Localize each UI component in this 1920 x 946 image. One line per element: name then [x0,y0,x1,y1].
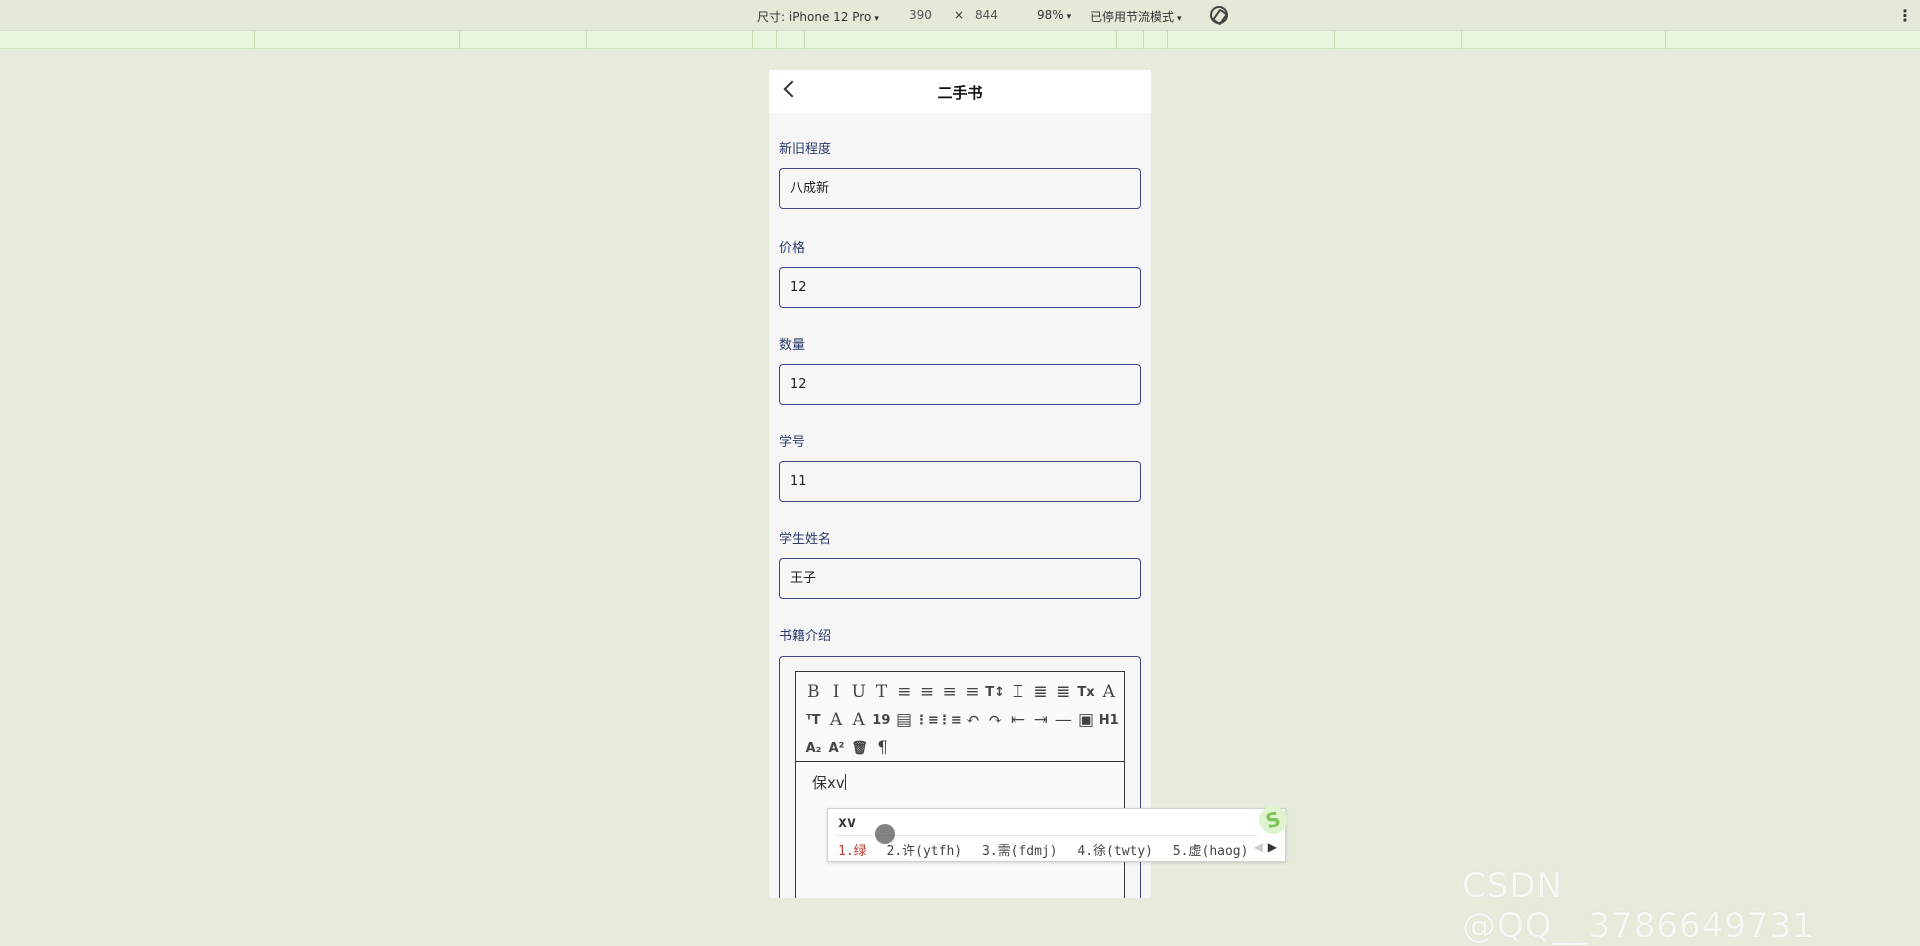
device-select[interactable]: 尺寸: iPhone 12 Pro ▾ [757,8,879,25]
ruler-tick [1665,31,1666,49]
ime-composition: xv [838,813,857,831]
ruler-tick [586,31,587,49]
toolbar-button-icon[interactable]: ▣ [1075,708,1098,732]
toolbar-button-icon[interactable]: ≡ [893,680,916,704]
ime-candidate-list: 1.绿 2.许(ytfh) 3.需(fdmj) 4.徐(twty) 5.虚(ha… [838,840,1260,859]
height-input[interactable]: 844 [975,8,998,22]
student-name-input[interactable]: 王子 [779,558,1141,599]
ruler-tick [1334,31,1335,49]
dimension-separator: × [954,8,965,22]
ruler-tick [776,31,777,49]
toolbar-button-icon[interactable]: A₂ [802,736,825,760]
ruler-tick [804,31,805,49]
toolbar-button-icon[interactable]: ≣ [1052,680,1075,704]
field-label-student-id: 学号 [779,435,806,450]
ime-candidate[interactable]: 2.许(ytfh) [886,844,962,859]
toolbar-button-icon[interactable]: ¶ [871,736,894,760]
more-options-icon[interactable]: ⋮ [1897,6,1913,25]
toolbar-button-icon[interactable]: ⋮≡ [938,708,962,732]
toolbar-button-icon[interactable]: A [847,708,870,732]
field-label-student-name: 学生姓名 [779,532,832,547]
throttle-label: 已停用节流模式 [1090,10,1175,24]
ruler-tick [752,31,753,49]
quantity-input[interactable]: 12 [779,364,1141,405]
phone-viewport: 二手书 新旧程度 八成新 价格 12 数量 12 学号 11 学生姓名 王子 书… [769,70,1151,898]
page-title: 二手书 [937,84,983,102]
sogou-logo-icon: S [1255,802,1291,838]
media-query-ruler[interactable] [0,31,1920,49]
toolbar-button-icon[interactable]: A [1097,680,1120,704]
ruler-tick [459,31,460,49]
toolbar-button-icon[interactable]: ⇤ [1007,708,1030,732]
toolbar-row: A₂ A² 🗑 ¶ [802,734,1120,762]
toolbar-row: B I U T ≡ ≡ ≡ ≡ T↕ ⌶ ≣ ≣ Tx A [802,678,1120,706]
toolbar-button-icon[interactable]: T↕ [984,680,1007,704]
toolbar-button-icon[interactable]: — [1052,708,1075,732]
editor-toolbar: B I U T ≡ ≡ ≡ ≡ T↕ ⌶ ≣ ≣ Tx A ᵀT A A 19 ▤ ⋮≡ ⋮≡ ↶ ↷ ⇤ ⇥ — ▣ H1 A₂ A… [796,672,1124,762]
toolbar-button-icon[interactable]: Tx [1075,680,1098,704]
field-label-price: 价格 [779,241,806,256]
toolbar-button-icon[interactable]: ⇥ [1029,708,1052,732]
zoom-label: 98% [1037,8,1064,22]
toolbar-button-icon[interactable]: A [825,708,848,732]
toolbar-button-icon[interactable]: 19 [870,708,893,732]
toolbar-button-icon[interactable]: ↷ [984,708,1007,732]
toolbar-button-icon[interactable]: ≡ [961,680,984,704]
ime-prev-page-icon[interactable]: ◀ [1254,840,1263,854]
toolbar-row: ᵀT A A 19 ▤ ⋮≡ ⋮≡ ↶ ↷ ⇤ ⇥ — ▣ H1 [802,706,1120,734]
ruler-tick [1116,31,1117,49]
price-input[interactable]: 12 [779,267,1141,308]
nav-bar: 二手书 [769,70,1151,113]
toolbar-button-icon[interactable]: ↶ [961,708,984,732]
toolbar-button-icon[interactable]: ⋮≡ [915,708,939,732]
devtools-device-toolbar: 尺寸: iPhone 12 Pro ▾ 390 × 844 98% ▾ 已停用节流模… [0,0,1920,31]
toolbar-button-icon[interactable]: H1 [1097,708,1120,732]
ruler-tick [254,31,255,49]
ime-candidate[interactable]: 5.虚(haog) [1173,844,1249,859]
field-label-condition: 新旧程度 [779,142,832,157]
ruler-tick [1167,31,1168,49]
chevron-down-icon: ▾ [874,14,879,24]
ime-candidate-window: xv 1.绿 2.许(ytfh) 3.需(fdmj) 4.徐(twty) 5.虚… [827,802,1291,862]
text-caret [844,774,846,790]
chevron-down-icon: ▾ [1177,14,1182,24]
throttle-select[interactable]: 已停用节流模式 ▾ [1090,8,1182,25]
toolbar-button-icon[interactable]: B [802,680,825,704]
toolbar-button-icon[interactable]: 🗑 [848,736,871,760]
ime-candidate[interactable]: 1.绿 [838,844,867,859]
ime-candidate[interactable]: 3.需(fdmj) [982,844,1058,859]
editor-text: 保xv [812,774,845,792]
toolbar-button-icon[interactable]: ≡ [916,680,939,704]
toolbar-button-icon[interactable]: A² [825,736,848,760]
ruler-tick [1461,31,1462,49]
touch-cursor-icon [875,824,895,844]
toolbar-button-icon[interactable]: U [847,680,870,704]
field-label-quantity: 数量 [779,338,806,353]
student-id-input[interactable]: 11 [779,461,1141,502]
toolbar-button-icon[interactable]: T [870,680,893,704]
rotate-icon[interactable] [1210,6,1228,24]
toolbar-button-icon[interactable]: ▤ [893,708,916,732]
condition-input[interactable]: 八成新 [779,168,1141,209]
toolbar-button-icon[interactable]: ⌶ [1006,680,1029,704]
ime-divider [836,835,1257,836]
ime-candidate[interactable]: 4.徐(twty) [1077,844,1153,859]
chevron-down-icon: ▾ [1066,12,1072,22]
zoom-select[interactable]: 98% ▾ [1037,8,1071,22]
rich-text-editor: B I U T ≡ ≡ ≡ ≡ T↕ ⌶ ≣ ≣ Tx A ᵀT A A 19 ▤ ⋮≡ ⋮≡ ↶ ↷ ⇤ ⇥ — ▣ H1 A₂ A… [795,671,1125,898]
ruler-tick [1143,31,1144,49]
ime-next-page-icon[interactable]: ▶ [1268,840,1277,854]
watermark: CSDN @QQ__3786649731 [1462,866,1815,946]
toolbar-button-icon[interactable]: ≡ [938,680,961,704]
editor-content[interactable]: 保xv [812,772,846,793]
toolbar-button-icon[interactable]: ᵀT [802,708,825,732]
width-input[interactable]: 390 [909,8,932,22]
toolbar-button-icon[interactable]: I [825,680,848,704]
device-label: 尺寸: iPhone 12 Pro [757,10,872,24]
field-label-book-intro: 书籍介绍 [779,629,832,644]
toolbar-button-icon[interactable]: ≣ [1029,680,1052,704]
